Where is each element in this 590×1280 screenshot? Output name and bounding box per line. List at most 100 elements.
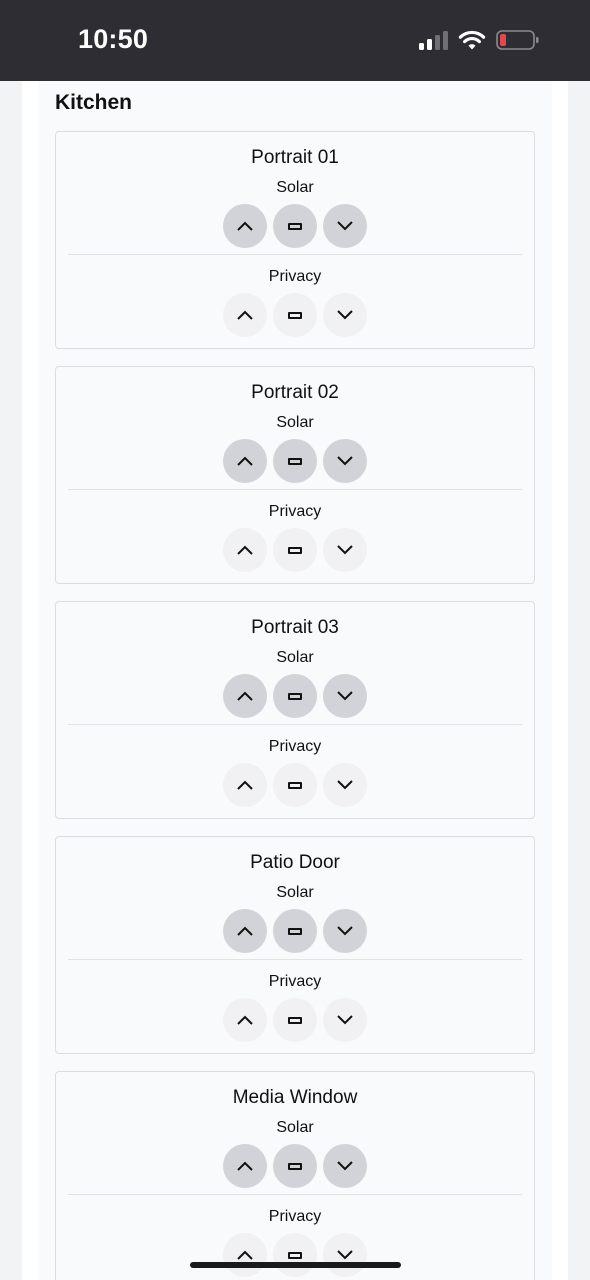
privacy-stop-button[interactable] (273, 528, 317, 572)
stop-icon (288, 1016, 302, 1024)
solar-label: Solar (276, 414, 314, 431)
chevron-down-icon (337, 456, 353, 466)
status-time: 10:50 (78, 24, 149, 54)
chevron-down-icon (337, 1250, 353, 1260)
solar-up-button[interactable] (223, 909, 267, 953)
divider (68, 254, 522, 255)
privacy-label: Privacy (268, 1208, 322, 1225)
privacy-down-button[interactable] (323, 998, 367, 1042)
stop-icon (288, 692, 302, 700)
divider (68, 1194, 522, 1195)
chevron-up-icon (237, 1161, 253, 1171)
chevron-down-icon (337, 221, 353, 231)
cellular-signal-icon (419, 30, 448, 50)
stop-icon (288, 457, 302, 465)
solar-down-button[interactable] (323, 1144, 367, 1188)
solar-label: Solar (276, 1119, 314, 1136)
window-card: Portrait 01 Solar Privacy (55, 131, 535, 349)
divider (68, 489, 522, 490)
window-name: Portrait 01 (251, 147, 339, 168)
stop-icon (288, 311, 302, 319)
room-title: Kitchen (55, 91, 133, 114)
chevron-up-icon (237, 780, 253, 790)
privacy-label: Privacy (268, 268, 322, 285)
window-name: Media Window (232, 1087, 358, 1108)
window-card: Portrait 02 Solar Privacy (55, 366, 535, 584)
solar-label: Solar (276, 884, 314, 901)
solar-down-button[interactable] (323, 674, 367, 718)
chevron-up-icon (237, 1015, 253, 1025)
privacy-down-button[interactable] (323, 528, 367, 572)
chevron-down-icon (337, 1015, 353, 1025)
chevron-up-icon (237, 310, 253, 320)
privacy-stop-button[interactable] (273, 998, 317, 1042)
status-bar: 10:50 (0, 0, 590, 81)
divider (68, 959, 522, 960)
chevron-down-icon (337, 780, 353, 790)
window-card: Portrait 03 Solar Privacy (55, 601, 535, 819)
solar-down-button[interactable] (323, 909, 367, 953)
solar-up-button[interactable] (223, 1144, 267, 1188)
solar-controls (56, 439, 534, 483)
privacy-down-button[interactable] (323, 1233, 367, 1277)
solar-stop-button[interactable] (273, 909, 317, 953)
chevron-down-icon (337, 545, 353, 555)
window-name: Portrait 02 (251, 382, 339, 403)
stop-icon (288, 1251, 302, 1259)
solar-down-button[interactable] (323, 439, 367, 483)
window-name: Portrait 03 (251, 617, 339, 638)
chevron-down-icon (337, 691, 353, 701)
privacy-stop-button[interactable] (273, 763, 317, 807)
chevron-down-icon (337, 310, 353, 320)
privacy-controls (56, 1233, 534, 1277)
privacy-controls (56, 763, 534, 807)
solar-controls (56, 204, 534, 248)
chevron-up-icon (237, 1250, 253, 1260)
privacy-label: Privacy (268, 738, 322, 755)
chevron-up-icon (237, 456, 253, 466)
solar-controls (56, 909, 534, 953)
privacy-up-button[interactable] (223, 293, 267, 337)
chevron-up-icon (237, 545, 253, 555)
solar-label: Solar (276, 649, 314, 666)
privacy-stop-button[interactable] (273, 293, 317, 337)
privacy-down-button[interactable] (323, 763, 367, 807)
solar-stop-button[interactable] (273, 439, 317, 483)
solar-down-button[interactable] (323, 204, 367, 248)
solar-up-button[interactable] (223, 674, 267, 718)
privacy-up-button[interactable] (223, 763, 267, 807)
privacy-up-button[interactable] (223, 1233, 267, 1277)
wifi-icon (458, 30, 486, 51)
solar-label: Solar (276, 179, 314, 196)
battery-low-icon (496, 29, 540, 51)
stop-icon (288, 1162, 302, 1170)
solar-controls (56, 674, 534, 718)
privacy-down-button[interactable] (323, 293, 367, 337)
solar-controls (56, 1144, 534, 1188)
solar-up-button[interactable] (223, 439, 267, 483)
stop-icon (288, 781, 302, 789)
stop-icon (288, 927, 302, 935)
chevron-up-icon (237, 926, 253, 936)
privacy-stop-button[interactable] (273, 1233, 317, 1277)
privacy-controls (56, 528, 534, 572)
home-indicator[interactable] (190, 1262, 401, 1268)
privacy-label: Privacy (268, 973, 322, 990)
solar-up-button[interactable] (223, 204, 267, 248)
solar-stop-button[interactable] (273, 1144, 317, 1188)
privacy-up-button[interactable] (223, 528, 267, 572)
chevron-down-icon (337, 926, 353, 936)
solar-stop-button[interactable] (273, 204, 317, 248)
privacy-up-button[interactable] (223, 998, 267, 1042)
window-card: Patio Door Solar Privacy (55, 836, 535, 1054)
chevron-down-icon (337, 1161, 353, 1171)
divider (68, 724, 522, 725)
privacy-controls (56, 998, 534, 1042)
window-card: Media Window Solar Privacy (55, 1071, 535, 1280)
chevron-up-icon (237, 691, 253, 701)
privacy-controls (56, 293, 534, 337)
stop-icon (288, 222, 302, 230)
status-icons (419, 28, 540, 52)
window-name: Patio Door (250, 852, 340, 873)
solar-stop-button[interactable] (273, 674, 317, 718)
